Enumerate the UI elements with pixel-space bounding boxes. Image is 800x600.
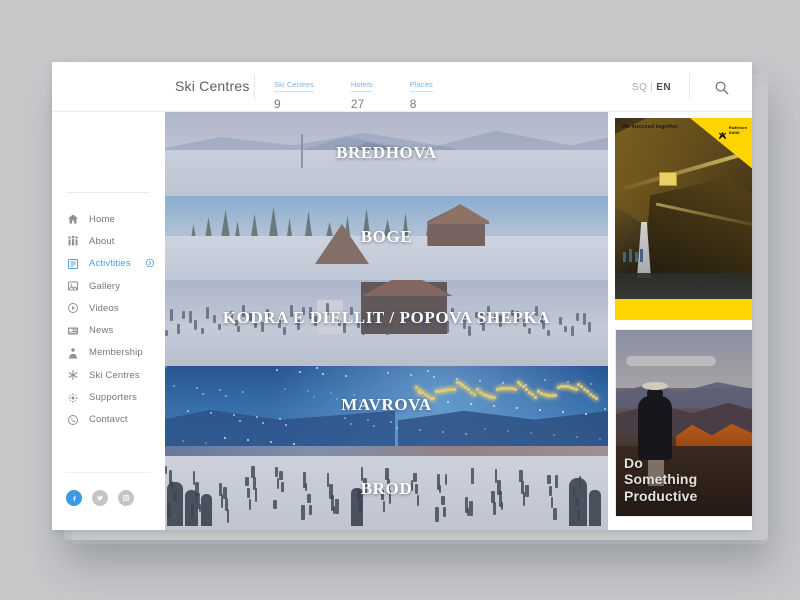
stat-places[interactable]: Places 8 <box>409 74 433 111</box>
sidebar-menu: Home About Activtities Gallery Videos Ne… <box>52 208 165 431</box>
sidebar-item-supporters[interactable]: Supporters <box>52 386 165 408</box>
facebook-icon[interactable] <box>66 490 82 506</box>
sidebar-item-label: About <box>89 235 115 247</box>
ad-logo-text: Raiffeisen BANK <box>729 126 748 135</box>
sidebar-item-label: Gallery <box>89 280 121 292</box>
sidebar-item-label: Membership <box>89 347 143 359</box>
search-icon <box>715 81 728 94</box>
newspaper-icon <box>66 324 80 338</box>
banner-title: BOGE <box>360 227 413 246</box>
banner-title: BREDHOVA <box>336 143 437 162</box>
do-something-productive-ad[interactable]: Do Something Productive <box>615 329 752 517</box>
ad-headline: Do Something Productive <box>624 455 697 505</box>
sidebar-item-label: Supporters <box>89 392 137 404</box>
language-option-sq[interactable]: SQ <box>632 82 647 93</box>
stat-ski-centres[interactable]: Ski Centres 9 <box>274 74 314 111</box>
website-card: Ski Centres Ski Centres 9 Hotels 27 Plac… <box>52 62 752 530</box>
header-stats: Ski Centres 9 Hotels 27 Places 8 <box>274 74 433 111</box>
sidebar-item-label: Ski Centres <box>89 369 140 381</box>
sidebar-item-label: Videos <box>89 302 119 314</box>
stat-hotels[interactable]: Hotels 27 <box>350 74 373 111</box>
ad-headline-line1: Do <box>624 454 643 471</box>
ski-centre-banner-list: BREDHOVA BOGE KODRA E DIELLIT / POPOVA S… <box>165 112 608 530</box>
instagram-icon[interactable] <box>118 490 134 506</box>
banner-mavrova[interactable]: MAVROVA <box>165 366 608 446</box>
ad-tagline-bar <box>615 299 752 320</box>
sidebar-item-about[interactable]: About <box>52 230 165 252</box>
sidebar-item-label: Activtities <box>89 258 131 270</box>
snowflake-icon <box>66 368 80 382</box>
sidebar-item-label: News <box>89 325 114 337</box>
sidebar-item-activtities[interactable]: Activtities <box>52 253 165 275</box>
stat-label: Places <box>409 80 433 92</box>
stat-value: 27 <box>350 97 365 111</box>
ad-headline-line2: Something <box>624 471 698 487</box>
sidebar-item-membership[interactable]: Membership <box>52 342 165 364</box>
ad-sidebar: Raiffeisen BANK We succeed together. Do … <box>608 112 752 530</box>
banner-title: KODRA E DIELLIT / POPOVA SHEPKA <box>222 308 551 327</box>
search-button[interactable] <box>690 62 752 112</box>
sidebar-item-videos[interactable]: Videos <box>52 297 165 319</box>
raiffeisen-logo-icon <box>718 127 727 140</box>
banner-title: MAVROVA <box>341 395 432 414</box>
banner-brod[interactable]: BROD <box>165 446 608 530</box>
screenshot-canvas: Ski Centres Ski Centres 9 Hotels 27 Plac… <box>0 0 800 600</box>
language-switcher: SQ | EN <box>632 82 689 93</box>
scenery-element <box>640 249 643 262</box>
chevron-circle-right-icon[interactable] <box>145 255 155 273</box>
badge-icon <box>66 346 80 360</box>
sidebar-item-ski-centres[interactable]: Ski Centres <box>52 364 165 386</box>
sidebar-item-label: Contavct <box>89 414 128 426</box>
sidebar-item-home[interactable]: Home <box>52 208 165 230</box>
stat-value: 8 <box>409 97 417 111</box>
sidebar-divider-bottom <box>66 472 150 473</box>
header-right-controls: SQ | EN <box>632 62 752 112</box>
stat-label: Ski Centres <box>274 80 314 92</box>
sidebar-divider-top <box>66 192 150 193</box>
scenery-element <box>629 249 632 262</box>
stat-label: Hotels <box>350 80 373 92</box>
play-icon <box>66 301 80 315</box>
stat-value: 9 <box>274 97 281 111</box>
banner-title: BROD <box>360 479 413 498</box>
scenery-element <box>623 252 626 262</box>
people-icon <box>66 234 80 248</box>
header-divider <box>254 74 255 100</box>
sidebar-item-news[interactable]: News <box>52 319 165 341</box>
image-icon <box>66 279 80 293</box>
banner-boge[interactable]: BOGE <box>165 196 608 280</box>
site-logo-text[interactable]: Ski Centres <box>175 78 250 94</box>
sidebar-item-contavct[interactable]: Contavct <box>52 409 165 431</box>
twitter-icon[interactable] <box>92 490 108 506</box>
social-links <box>66 490 134 506</box>
sidebar-item-label: Home <box>89 213 115 225</box>
raiffeisen-bank-ad[interactable]: Raiffeisen BANK We succeed together. <box>615 118 752 320</box>
sidebar-item-gallery[interactable]: Gallery <box>52 275 165 297</box>
language-separator: | <box>650 81 654 93</box>
sidebar-nav: Home About Activtities Gallery Videos Ne… <box>52 112 165 530</box>
language-option-en[interactable]: EN <box>656 82 671 93</box>
site-header: Ski Centres Ski Centres 9 Hotels 27 Plac… <box>52 62 752 112</box>
banner-bredhova[interactable]: BREDHOVA <box>165 112 608 196</box>
scenery-element <box>635 252 638 262</box>
list-icon <box>66 257 80 271</box>
phone-icon <box>66 413 80 427</box>
hands-icon <box>66 391 80 405</box>
home-icon <box>66 212 80 226</box>
ad-tagline: We succeed together. <box>622 124 680 130</box>
ad-headline-line3: Productive <box>624 487 698 504</box>
banner-kodra-e-diellit[interactable]: KODRA E DIELLIT / POPOVA SHEPKA <box>165 280 608 366</box>
